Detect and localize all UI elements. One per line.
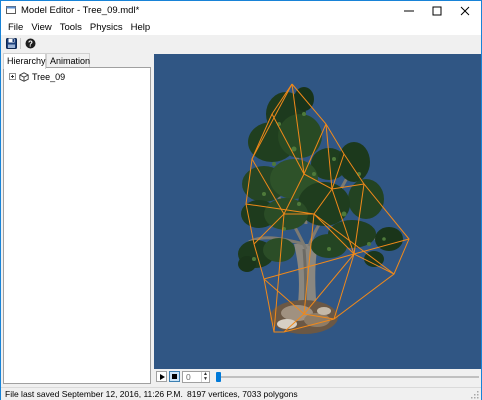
tab-hierarchy[interactable]: Hierarchy bbox=[3, 53, 46, 69]
model-editor-window: Model Editor - Tree_09.mdl* File View To… bbox=[0, 0, 482, 400]
play-icon bbox=[159, 373, 165, 380]
tab-animation[interactable]: Animation bbox=[46, 53, 90, 68]
menu-help[interactable]: Help bbox=[127, 20, 155, 35]
play-button[interactable] bbox=[156, 371, 167, 382]
status-bar: File last saved September 12, 2016, 11:2… bbox=[1, 387, 481, 400]
expand-icon[interactable] bbox=[9, 73, 16, 80]
app-icon bbox=[6, 6, 16, 14]
resize-grip-icon[interactable] bbox=[470, 390, 479, 399]
window-title: Model Editor - Tree_09.mdl* bbox=[21, 5, 140, 16]
cube-icon bbox=[19, 71, 29, 82]
timeline-track bbox=[216, 376, 479, 378]
close-icon bbox=[460, 6, 470, 15]
tree-node-tree-09[interactable]: Tree_09 bbox=[9, 71, 65, 82]
toolbar-separator bbox=[20, 38, 21, 49]
menu-tools[interactable]: Tools bbox=[56, 20, 86, 35]
question-mark-icon: ? bbox=[25, 38, 36, 49]
status-stats: 8197 vertices, 7033 polygons bbox=[187, 389, 298, 399]
toolbar: ? bbox=[1, 35, 481, 52]
hierarchy-tree[interactable]: Tree_09 bbox=[3, 67, 151, 384]
tree-foliage bbox=[238, 87, 403, 272]
frame-stepper[interactable]: 0 ▲ ▼ bbox=[182, 371, 210, 383]
title-bar[interactable]: Model Editor - Tree_09.mdl* bbox=[1, 1, 481, 20]
playback-bar: 0 ▲ ▼ bbox=[154, 369, 481, 385]
timeline-thumb[interactable] bbox=[216, 372, 221, 382]
menu-file[interactable]: File bbox=[4, 20, 27, 35]
floppy-disk-icon bbox=[6, 38, 17, 49]
close-button[interactable] bbox=[451, 1, 479, 20]
frame-value: 0 bbox=[186, 372, 191, 382]
maximize-icon bbox=[432, 6, 442, 15]
save-button[interactable] bbox=[5, 37, 18, 50]
maximize-button[interactable] bbox=[423, 1, 451, 20]
help-button[interactable]: ? bbox=[24, 37, 37, 50]
menu-bar: File View Tools Physics Help bbox=[1, 20, 481, 35]
stop-button[interactable] bbox=[169, 371, 180, 382]
menu-view[interactable]: View bbox=[27, 20, 55, 35]
status-saved: File last saved September 12, 2016, 11:2… bbox=[5, 389, 183, 399]
timeline-slider[interactable] bbox=[216, 372, 479, 382]
spin-arrows-icon[interactable]: ▲ ▼ bbox=[201, 372, 209, 382]
tree-node-label: Tree_09 bbox=[32, 71, 66, 82]
panel-tabs: Hierarchy Animation bbox=[3, 53, 151, 69]
stop-icon bbox=[172, 374, 177, 379]
svg-text:?: ? bbox=[28, 40, 33, 49]
menu-physics[interactable]: Physics bbox=[86, 20, 127, 35]
minimize-button[interactable] bbox=[395, 1, 423, 20]
tree-model bbox=[238, 83, 410, 334]
3d-viewport[interactable] bbox=[154, 54, 481, 369]
minimize-icon bbox=[404, 10, 414, 11]
